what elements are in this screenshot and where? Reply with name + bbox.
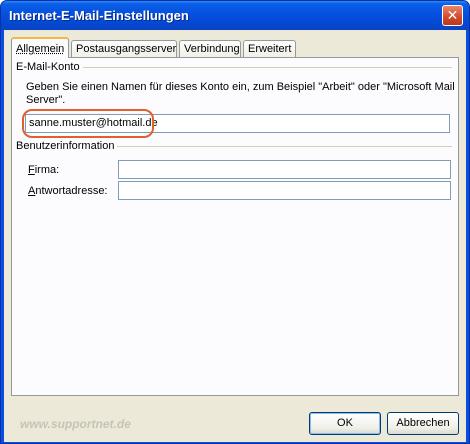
dialog-window: Internet-E-Mail-Einstellungen ✕ Allgemei… [0,0,470,444]
tab-verbindung[interactable]: Verbindung [179,40,241,57]
window-title: Internet-E-Mail-Einstellungen [9,8,189,23]
reply-address-input[interactable] [118,181,451,200]
tab-panel-allgemein: E-Mail-Konto Geben Sie einen Namen für d… [11,57,459,396]
cancel-button[interactable]: Abbrechen [387,412,459,435]
user-info-group-label: Benutzerinformation [16,140,118,152]
tab-allgemein[interactable]: Allgemein [11,37,69,58]
close-button[interactable]: ✕ [442,5,463,26]
tab-erweitert[interactable]: Erweitert [243,40,296,57]
highlight-ring [22,109,154,138]
watermark: www.supportnet.de [20,417,131,431]
email-account-group-label: E-Mail-Konto [16,61,83,73]
dialog-body: Allgemein Postausgangsserver Verbindung … [4,30,466,442]
tab-postausgangsserver[interactable]: Postausgangsserver [71,40,177,57]
close-icon: ✕ [446,7,459,23]
company-label: Firma: [28,164,60,176]
reply-address-label: Antwortadresse: [28,185,108,197]
ok-button[interactable]: OK [309,412,381,435]
company-input[interactable] [118,160,451,179]
title-bar[interactable]: Internet-E-Mail-Einstellungen ✕ [1,1,469,30]
account-name-description: Geben Sie einen Namen für dieses Konto e… [26,81,455,106]
